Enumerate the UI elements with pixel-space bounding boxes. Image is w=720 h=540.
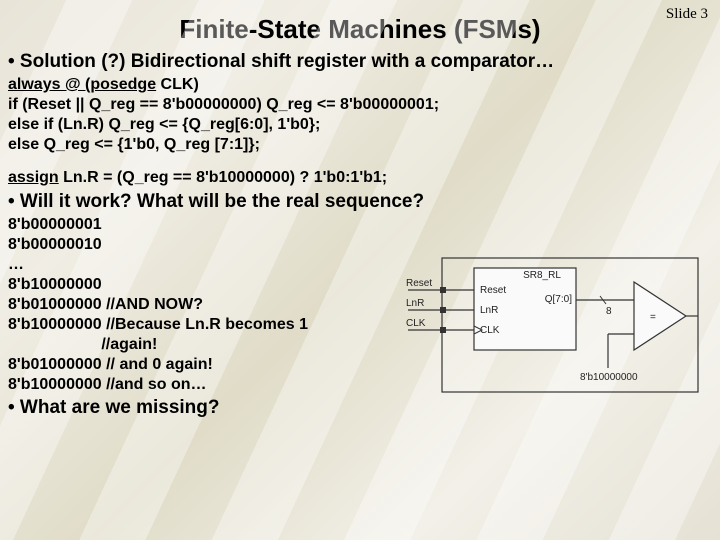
circuit-diagram: SR8_RL Reset Reset LnR LnR CLK CLK Q[7:0… [402, 256, 702, 396]
svg-text:Q[7:0]: Q[7:0] [545, 294, 572, 305]
svg-text:8'b10000000: 8'b10000000 [580, 372, 638, 383]
verilog-code-block: always @ (posedge CLK) if (Reset || Q_re… [8, 75, 712, 155]
page-title: Finite-State Machines (FSMs) [0, 0, 720, 49]
code-line-4: else Q_reg <= {1'b0, Q_reg [7:1]}; [8, 135, 712, 155]
bullet-willitwork: • Will it work? What will be the real se… [8, 191, 712, 213]
seq-1: 8'b00000001 [8, 215, 712, 235]
svg-text:LnR: LnR [406, 298, 424, 309]
block-label: SR8_RL [523, 270, 561, 281]
code-line-1: always @ (posedge CLK) [8, 75, 712, 95]
svg-text:LnR: LnR [480, 305, 498, 316]
code-line-3: else if (Ln.R) Q_reg <= {Q_reg[6:0], 1'b… [8, 115, 712, 135]
svg-text:Reset: Reset [480, 285, 506, 296]
bullet-missing: • What are we missing? [8, 397, 712, 419]
seq-2: 8'b00000010 [8, 235, 712, 255]
slide-number: Slide 3 [666, 6, 708, 23]
svg-text:8: 8 [606, 306, 612, 317]
svg-text:CLK: CLK [406, 318, 426, 329]
svg-text:CLK: CLK [480, 325, 500, 336]
svg-text:=: = [650, 312, 656, 323]
assign-line: assign Ln.R = (Q_reg == 8'b10000000) ? 1… [8, 169, 712, 187]
bullet-solution: • Solution (?) Bidirectional shift regis… [8, 51, 712, 73]
code-line-2: if (Reset || Q_reg == 8'b00000000) Q_reg… [8, 95, 712, 115]
svg-text:Reset: Reset [406, 278, 432, 289]
